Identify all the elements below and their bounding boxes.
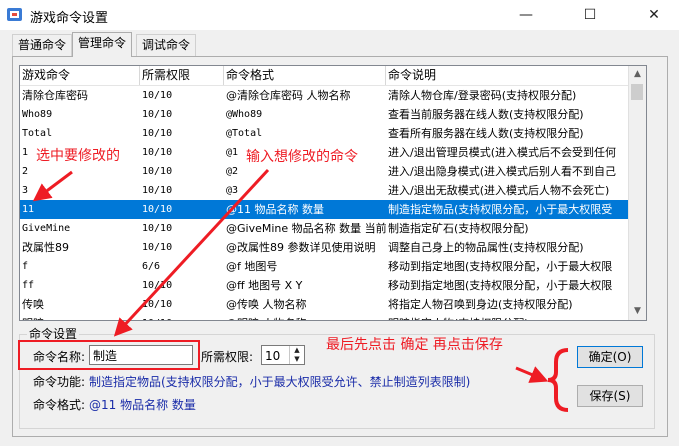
table-row[interactable]: 11 10/10 @11 物品名称 数量 制造指定物品(支持权限分配，小于最大权限受	[20, 200, 640, 219]
table-row[interactable]: 清除仓库密码 10/10 @清除仓库密码 人物名称 清除人物仓库/登录密码(支持权限分…	[20, 86, 640, 105]
cell-command: 传唤	[22, 298, 44, 311]
annotation-select-text: 选中要修改的	[36, 148, 120, 164]
cell-permission: 10/10	[142, 128, 173, 139]
command-list[interactable]: 游戏命令 所需权限 命令格式 命令说明 清除仓库密码 10/10 @清除仓库密码 人…	[19, 65, 647, 321]
app-icon	[7, 8, 22, 21]
cell-format: @GiveMine 物品名称 数量 当前	[226, 222, 386, 235]
cell-command: GiveMine	[22, 223, 71, 234]
command-function-label: 命令功能:	[33, 375, 86, 389]
cell-permission: 10/10	[142, 109, 173, 120]
tab-panel: 游戏命令 所需权限 命令格式 命令说明 清除仓库密码 10/10 @清除仓库密码 人…	[12, 56, 668, 437]
cell-permission: 10/10	[142, 166, 173, 177]
tab-debug-commands[interactable]: 调试命令	[136, 34, 197, 56]
cell-permission: 10/10	[142, 147, 173, 158]
cell-format: @清除仓库密码 人物名称	[226, 89, 351, 102]
cell-description: 制造指定物品(支持权限分配，小于最大权限受	[388, 203, 613, 216]
title-bar: 游戏命令设置 — ☐ ✕	[0, 0, 679, 30]
cell-description: 移动到指定地图(支持权限分配，小于最大权限	[388, 279, 613, 292]
cell-format: @明暗 人物名称	[224, 314, 386, 320]
command-format-label: 命令格式:	[33, 398, 86, 412]
cell-permission: 10/10	[142, 90, 173, 101]
cell-description: 查看当前服务器在线人数(支持权限分配)	[388, 108, 584, 121]
cell-permission: 10/10	[142, 299, 173, 310]
cell-description: 调整自己身上的物品属性(支持权限分配)	[388, 241, 584, 254]
permission-label: 所需权限:	[201, 350, 254, 364]
tab-admin-commands[interactable]: 管理命令	[72, 32, 133, 57]
cell-format: @改属性89 参数详见使用说明	[226, 241, 376, 254]
permission-spin[interactable]: ▲ ▼	[289, 346, 304, 364]
table-row[interactable]: 明暗10/10@明暗 人物名称明暗指定人物(支持权限分配)	[20, 314, 640, 320]
cell-permission: 10/10	[142, 204, 173, 215]
cell-permission: 6/6	[142, 261, 161, 272]
cell-description: 查看所有服务器在线人数(支持权限分配)	[388, 127, 584, 140]
header-command[interactable]: 游戏命令	[20, 66, 140, 85]
cell-description: 清除人物仓库/登录密码(支持权限分配)	[388, 89, 577, 102]
command-format-value: @11 物品名称 数量	[89, 398, 196, 412]
window-title: 游戏命令设置	[30, 11, 109, 26]
cell-description: 移动到指定地图(支持权限分配，小于最大权限	[388, 260, 613, 273]
vertical-scrollbar[interactable]: ▲ ▼	[628, 66, 646, 320]
cell-description: 制造指定矿石(支持权限分配)	[388, 222, 529, 235]
table-row[interactable]: 3 10/10 @3 进入/退出无敌模式(进入模式后人物不会死亡)	[20, 181, 640, 200]
cell-permission: 10/10	[142, 242, 173, 253]
header-permission[interactable]: 所需权限	[140, 66, 224, 85]
cell-format: @传唤 人物名称	[226, 298, 307, 311]
cell-format: @ff 地图号 X Y	[226, 279, 303, 292]
cell-command: 明暗	[20, 314, 140, 320]
scroll-up-icon[interactable]: ▲	[629, 66, 646, 83]
cell-command: Who89	[22, 109, 53, 120]
table-row[interactable]: GiveMine 10/10 @GiveMine 物品名称 数量 当前 制造指定矿石(…	[20, 219, 640, 238]
cell-permission: 10/10	[142, 185, 173, 196]
annotation-final-text: 最后先点击 确定 再点击保存	[326, 337, 503, 353]
close-button[interactable]: ✕	[637, 0, 671, 30]
command-function-value: 制造指定物品(支持权限分配，小于最大权限受允许、禁止制造列表限制)	[89, 375, 471, 389]
minimize-button[interactable]: —	[509, 0, 543, 30]
confirm-button[interactable]: 确定(O)	[577, 346, 643, 368]
table-row[interactable]: Who89 10/10 @Who89 查看当前服务器在线人数(支持权限分配)	[20, 105, 640, 124]
cell-description: 进入/退出隐身模式(进入模式后别人看不到自己	[388, 165, 616, 178]
table-row[interactable]: ff 10/10 @ff 地图号 X Y 移动到指定地图(支持权限分配，小于最大权限	[20, 276, 640, 295]
table-row[interactable]: Total 10/10 @Total 查看所有服务器在线人数(支持权限分配)	[20, 124, 640, 143]
cell-command: ff	[22, 280, 35, 291]
cell-command: 11	[22, 204, 35, 215]
cell-description: 明暗指定人物(支持权限分配)	[386, 314, 640, 320]
cell-description: 进入/退出管理员模式(进入模式后不会受到任何	[388, 146, 616, 159]
annotation-highlight-box	[18, 340, 200, 370]
table-row[interactable]: 传唤 10/10 @传唤 人物名称 将指定人物召唤到身边(支持权限分配)	[20, 295, 640, 314]
cell-format: @Who89	[226, 109, 263, 120]
cell-permission: 10/10	[142, 280, 173, 291]
list-header: 游戏命令 所需权限 命令格式 命令说明	[20, 66, 640, 86]
spin-up-icon[interactable]: ▲	[290, 346, 304, 355]
save-button[interactable]: 保存(S)	[577, 385, 643, 407]
cell-format: @11 物品名称 数量	[226, 203, 324, 216]
cell-command: Total	[22, 128, 53, 139]
cell-format: @f 地图号	[226, 260, 278, 273]
table-row[interactable]: 改属性89 10/10 @改属性89 参数详见使用说明 调整自己身上的物品属性(支持权…	[20, 238, 640, 257]
annotation-input-text: 输入想修改的命令	[246, 149, 358, 165]
header-description[interactable]: 命令说明	[386, 66, 640, 85]
cell-command: 清除仓库密码	[22, 89, 88, 102]
table-row[interactable]: f 6/6 @f 地图号 移动到指定地图(支持权限分配，小于最大权限	[20, 257, 640, 276]
scroll-thumb[interactable]	[631, 84, 643, 100]
tab-normal-commands[interactable]: 普通命令	[12, 34, 73, 56]
maximize-button[interactable]: ☐	[573, 0, 607, 30]
scroll-down-icon[interactable]: ▼	[629, 303, 646, 320]
cell-description: 进入/退出无敌模式(进入模式后人物不会死亡)	[388, 184, 610, 197]
cell-command: 3	[22, 185, 29, 196]
cell-format: @3	[226, 185, 239, 196]
cell-command: 改属性89	[22, 241, 69, 254]
header-format[interactable]: 命令格式	[224, 66, 386, 85]
cell-command: f	[22, 261, 29, 272]
permission-value: 10	[265, 349, 281, 363]
cell-description: 将指定人物召唤到身边(支持权限分配)	[388, 298, 573, 311]
cell-permission: 10/10	[140, 314, 224, 320]
cell-format: @Total	[226, 128, 263, 139]
spin-down-icon[interactable]: ▼	[290, 355, 304, 364]
cell-permission: 10/10	[142, 223, 173, 234]
permission-stepper[interactable]: 10 ▲ ▼	[261, 345, 305, 365]
